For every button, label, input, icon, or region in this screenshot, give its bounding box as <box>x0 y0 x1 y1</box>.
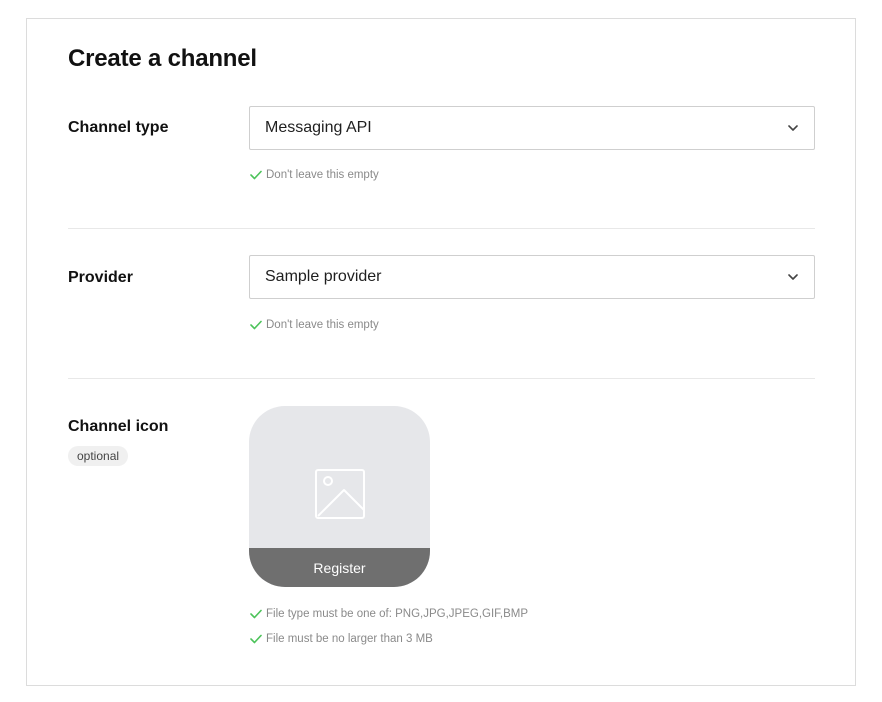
channel-type-hint: Don't leave this empty <box>250 169 379 181</box>
channel-type-value: Messaging API <box>265 119 372 136</box>
file-size-hint: File must be no larger than 3 MB <box>250 633 433 645</box>
channel-type-select[interactable]: Messaging API <box>249 106 815 150</box>
divider <box>68 378 815 379</box>
provider-select[interactable]: Sample provider <box>249 255 815 299</box>
channel-icon-label: Channel icon <box>68 418 169 435</box>
file-type-hint: File type must be one of: PNG,JPG,JPEG,G… <box>250 608 528 620</box>
file-type-hint-text: File type must be one of: PNG,JPG,JPEG,G… <box>266 608 529 620</box>
check-icon <box>250 320 262 330</box>
optional-badge: optional <box>68 446 129 466</box>
provider-label: Provider <box>68 269 133 286</box>
page-title: Create a channel <box>68 45 257 72</box>
chevron-down-icon <box>786 270 800 284</box>
provider-hint: Don't leave this empty <box>250 319 379 331</box>
check-icon <box>250 170 262 180</box>
create-channel-card: Create a channel Channel type Messaging … <box>26 18 856 686</box>
divider <box>68 228 815 229</box>
check-icon <box>250 609 262 619</box>
channel-type-label: Channel type <box>68 119 169 136</box>
channel-type-hint-text: Don't leave this empty <box>266 169 379 181</box>
image-placeholder-icon <box>314 468 366 525</box>
check-icon <box>250 634 262 644</box>
provider-hint-text: Don't leave this empty <box>266 319 379 331</box>
provider-value: Sample provider <box>265 268 382 285</box>
file-size-hint-text: File must be no larger than 3 MB <box>266 633 433 645</box>
channel-icon-upload[interactable]: Register <box>249 406 430 587</box>
chevron-down-icon <box>786 121 800 135</box>
register-button[interactable]: Register <box>249 548 430 587</box>
